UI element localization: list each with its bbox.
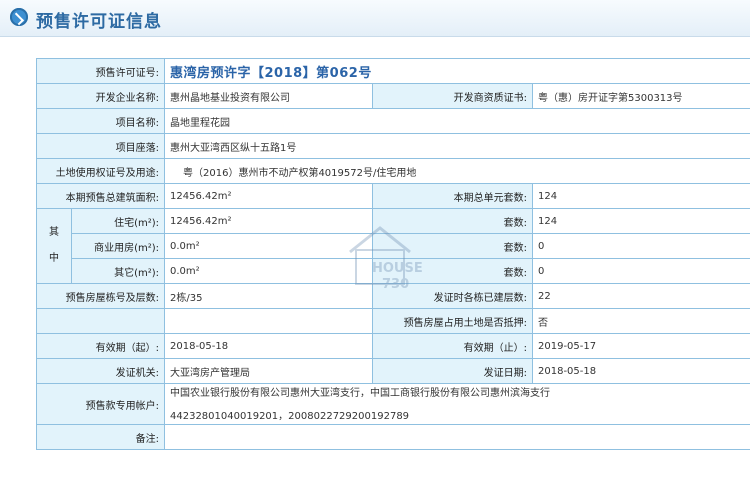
residential-units-label: 套数:: [372, 208, 533, 234]
presale-area-label: 本期预售总建筑面积:: [36, 183, 165, 209]
issue-date-label: 发证日期:: [372, 358, 533, 384]
dev-cert-label: 开发商资质证书:: [372, 83, 533, 109]
table-row: 其它(m²): 0.0m² 套数: 0: [37, 258, 750, 284]
valid-to-label: 有效期（止）:: [372, 333, 533, 359]
table-row: 预售房屋栋号及层数: 2栋/35 发证时各栋已建层数: 22: [36, 283, 750, 309]
remarks-value: [163, 424, 750, 450]
developer-label: 开发企业名称:: [36, 83, 165, 109]
table-row: 项目名称: 晶地里程花园: [36, 108, 750, 134]
commercial-units-value: 0: [531, 233, 750, 259]
valid-from-label: 有效期（起）:: [36, 333, 165, 359]
table-row: 商业用房(m²): 0.0m² 套数: 0: [37, 233, 750, 259]
project-location-label: 项目座落:: [36, 133, 165, 159]
permit-no-value: 惠湾房预许字【2018】第062号: [163, 58, 750, 84]
mortgage-label: 预售房屋占用土地是否抵押:: [372, 308, 533, 334]
built-floors-value: 22: [531, 283, 750, 309]
dev-cert-value: 粤（惠）房开证字第5300313号: [531, 83, 750, 109]
project-name-value: 晶地里程花园: [163, 108, 750, 134]
other-area-value: 0.0m²: [164, 258, 373, 284]
valid-to-value: 2019-05-17: [531, 333, 750, 359]
other-area-label: 其它(m²):: [71, 258, 165, 284]
permit-info-table: 预售许可证号: 惠湾房预许字【2018】第062号 开发企业名称: 惠州晶地基业…: [36, 58, 750, 450]
empty-cell: [36, 308, 165, 334]
project-location-value: 惠州大亚湾西区纵十五路1号: [163, 133, 750, 159]
other-units-value: 0: [531, 258, 750, 284]
land-cert-label: 土地使用权证号及用途:: [36, 158, 165, 184]
table-row: 本期预售总建筑面积: 12456.42m² 本期总单元套数: 124: [36, 183, 750, 209]
table-row: 预售房屋占用土地是否抵押: 否: [36, 308, 750, 334]
account-banks: 中国农业银行股份有限公司惠州大亚湾支行，中国工商银行股份有限公司惠州滨海支行: [170, 388, 550, 399]
presale-area-value: 12456.42m²: [164, 183, 373, 209]
account-label: 预售款专用帐户:: [36, 383, 165, 425]
table-row: 预售款专用帐户: 中国农业银行股份有限公司惠州大亚湾支行，中国工商银行股份有限公…: [36, 383, 750, 425]
account-numbers: 44232801040019201，2008022729200192789: [170, 411, 410, 422]
residential-area-value: 12456.42m²: [164, 208, 373, 234]
empty-cell: [164, 308, 373, 334]
page-header: 预售许可证信息: [0, 0, 750, 37]
commercial-units-label: 套数:: [372, 233, 533, 259]
valid-from-value: 2018-05-18: [164, 333, 373, 359]
buildings-floors-label: 预售房屋栋号及层数:: [36, 283, 165, 309]
issuer-label: 发证机关:: [36, 358, 165, 384]
issuer-value: 大亚湾房产管理局: [164, 358, 373, 384]
table-row: 备注:: [36, 424, 750, 450]
buildings-floors-value: 2栋/35: [164, 283, 373, 309]
remarks-label: 备注:: [36, 424, 165, 450]
developer-value: 惠州晶地基业投资有限公司: [164, 83, 373, 109]
project-name-label: 项目名称:: [36, 108, 165, 134]
commercial-area-label: 商业用房(m²):: [71, 233, 165, 259]
check-circle-icon: [10, 8, 28, 26]
table-row: 项目座落: 惠州大亚湾西区纵十五路1号: [36, 133, 750, 159]
permit-no-label: 预售许可证号:: [36, 58, 165, 84]
other-units-label: 套数:: [372, 258, 533, 284]
total-units-value: 124: [531, 183, 750, 209]
issue-date-value: 2018-05-18: [531, 358, 750, 384]
residential-area-label: 住宅(m²):: [71, 208, 165, 234]
account-value: 中国农业银行股份有限公司惠州大亚湾支行，中国工商银行股份有限公司惠州滨海支行 4…: [163, 383, 750, 425]
residential-units-value: 124: [531, 208, 750, 234]
of-which-label: 其中: [36, 208, 72, 284]
page-title: 预售许可证信息: [36, 12, 162, 32]
table-row: 土地使用权证号及用途: 粤（2016）惠州市不动产权第4019572号/住宅用地: [36, 158, 750, 184]
total-units-label: 本期总单元套数:: [372, 183, 533, 209]
table-row: 有效期（起）: 2018-05-18 有效期（止）: 2019-05-17: [36, 333, 750, 359]
table-row: 预售许可证号: 惠湾房预许字【2018】第062号: [36, 58, 750, 84]
land-cert-value: 粤（2016）惠州市不动产权第4019572号/住宅用地: [163, 158, 750, 184]
mortgage-value: 否: [531, 308, 750, 334]
built-floors-label: 发证时各栋已建层数:: [372, 283, 533, 309]
commercial-area-value: 0.0m²: [164, 233, 373, 259]
table-row: 发证机关: 大亚湾房产管理局 发证日期: 2018-05-18: [36, 358, 750, 384]
table-row: 开发企业名称: 惠州晶地基业投资有限公司 开发商资质证书: 粤（惠）房开证字第5…: [36, 83, 750, 109]
table-row: 其中 住宅(m²): 12456.42m² 套数: 124: [36, 208, 750, 284]
